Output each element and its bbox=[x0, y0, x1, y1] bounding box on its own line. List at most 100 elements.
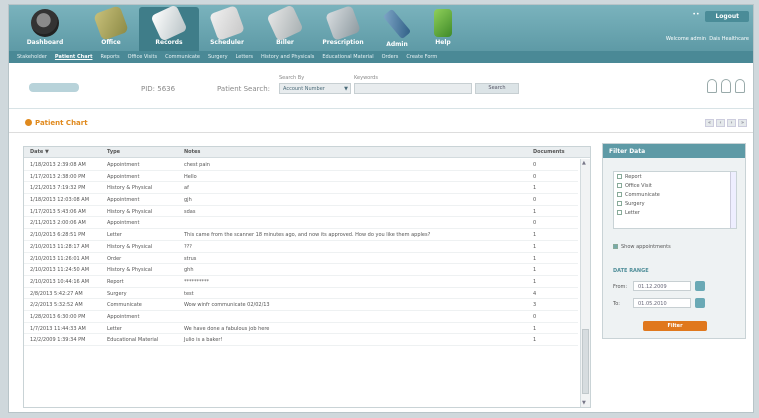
filter-option-office-visit[interactable]: Office Visit bbox=[614, 181, 736, 190]
nav-prescription[interactable]: Prescription bbox=[313, 5, 373, 51]
table-row[interactable]: 1/18/2013 2:39:08 AM Appointment chest pai… bbox=[24, 159, 578, 171]
filter-button[interactable]: Filter bbox=[643, 321, 707, 331]
cell-date: 1/28/2013 6:30:00 PM bbox=[30, 313, 86, 320]
calendar-icon[interactable] bbox=[695, 298, 705, 308]
table-row[interactable]: 1/18/2013 12:03:08 AM Appointment gjh 0 bbox=[24, 194, 578, 206]
cell-documents: 1 bbox=[533, 232, 537, 239]
col-documents[interactable]: Documents bbox=[533, 149, 565, 155]
person-icon[interactable] bbox=[735, 79, 745, 93]
people-icons bbox=[707, 79, 745, 93]
table-row[interactable]: 1/28/2013 6:30:00 PM Appointment 0 bbox=[24, 311, 578, 323]
cell-documents: 0 bbox=[533, 162, 537, 168]
cell-date: 2/2/2013 5:32:52 AM bbox=[30, 302, 83, 309]
filter-option-report[interactable]: Report bbox=[614, 172, 736, 181]
subnav-reports[interactable]: Reports bbox=[100, 54, 119, 60]
scroll-down-icon[interactable]: ▼ bbox=[582, 400, 586, 406]
to-date-input[interactable]: 01.05.2010 bbox=[633, 298, 691, 308]
help-icon bbox=[434, 9, 452, 37]
checkbox[interactable] bbox=[613, 244, 618, 249]
cell-documents: 1 bbox=[533, 278, 537, 285]
table-row[interactable]: 12/2/2009 1:39:34 PM Educational Material… bbox=[24, 334, 578, 346]
table-row[interactable]: 1/21/2013 7:19:32 PM History & Physical af… bbox=[24, 182, 578, 195]
col-type[interactable]: Type bbox=[107, 149, 120, 155]
col-notes[interactable]: Notes bbox=[184, 149, 200, 155]
subnav-educational-material[interactable]: Educational Material bbox=[322, 54, 373, 60]
scroll-thumb[interactable] bbox=[582, 329, 589, 394]
cell-type: Appointment bbox=[107, 173, 140, 180]
user-info: •• Logout Welcome admin Dais Healthcare bbox=[666, 11, 749, 42]
col-date[interactable]: Date ▼ bbox=[30, 149, 49, 155]
cell-documents: 1 bbox=[533, 267, 537, 274]
table-row[interactable]: 2/11/2013 2:00:06 AM Appointment 0 bbox=[24, 217, 578, 230]
table-row[interactable]: 1/17/2013 5:43:06 AM History & Physical sd… bbox=[24, 206, 578, 218]
table-row[interactable]: 2/10/2013 11:28:17 AM History & Physical?… bbox=[24, 241, 578, 253]
subnav-orders[interactable]: Orders bbox=[382, 54, 399, 60]
person-icon[interactable] bbox=[707, 79, 717, 93]
table-row[interactable]: 2/2/2013 5:32:52 AM Communicate Wow winfr … bbox=[24, 299, 578, 311]
cell-notes: af bbox=[184, 185, 189, 192]
cell-date: 1/18/2013 12:03:08 AM bbox=[30, 197, 90, 204]
subnav-surgery[interactable]: Surgery bbox=[208, 54, 228, 60]
cell-date: 2/10/2013 6:28:51 PM bbox=[30, 232, 86, 239]
prev-page-button[interactable]: ‹ bbox=[716, 119, 725, 127]
cell-date: 2/10/2013 11:28:17 AM bbox=[30, 243, 90, 250]
nav-scheduler[interactable]: Scheduler bbox=[197, 5, 257, 51]
nav-biller[interactable]: Biller bbox=[255, 5, 315, 51]
person-icon[interactable] bbox=[721, 79, 731, 93]
calendar-icon[interactable] bbox=[695, 281, 705, 291]
cell-type: Appointment bbox=[107, 313, 140, 320]
filter-option-communicate[interactable]: Communicate bbox=[614, 190, 736, 199]
subnav-letters[interactable]: Letters bbox=[236, 54, 253, 60]
checkbox[interactable] bbox=[617, 174, 622, 179]
checkbox[interactable] bbox=[617, 192, 622, 197]
to-label: To: bbox=[613, 301, 620, 307]
first-page-button[interactable]: « bbox=[705, 119, 714, 127]
checkbox[interactable] bbox=[617, 183, 622, 188]
table-row[interactable]: 1/7/2013 11:44:33 AM Letter We have done a… bbox=[24, 323, 578, 335]
checkbox[interactable] bbox=[617, 201, 622, 206]
subnav-office-visits[interactable]: Office Visits bbox=[128, 54, 157, 60]
cell-type: History & Physical bbox=[107, 185, 153, 192]
table-row[interactable]: 2/10/2013 11:24:50 AM History & Physical g… bbox=[24, 264, 578, 276]
table-row[interactable]: 2/10/2013 10:44:16 AM Report ********** 1 bbox=[24, 276, 578, 288]
chart-header: Patient Chart « ‹ › » bbox=[9, 113, 753, 133]
filter-list-scrollbar[interactable] bbox=[730, 172, 736, 228]
subnav-stakeholder[interactable]: Stakeholder bbox=[17, 54, 47, 60]
next-page-button[interactable]: › bbox=[727, 119, 736, 127]
search-by-select[interactable]: Account Number ▼ bbox=[279, 83, 351, 94]
nav-records[interactable]: Records bbox=[139, 5, 199, 51]
dashboard-icon bbox=[31, 9, 59, 37]
subnav-communicate[interactable]: Communicate bbox=[165, 54, 200, 60]
prescription-icon bbox=[325, 5, 361, 41]
filter-option-surgery[interactable]: Surgery bbox=[614, 199, 736, 208]
table-row[interactable]: 1/17/2013 2:38:00 PM Appointment Hello 0 bbox=[24, 171, 578, 183]
logout-button[interactable]: Logout bbox=[705, 11, 749, 22]
subnav-create-form[interactable]: Create Form bbox=[406, 54, 437, 60]
table-scrollbar[interactable]: ▲ ▼ bbox=[580, 159, 590, 407]
cell-documents: 1 bbox=[533, 337, 537, 344]
chevron-down-icon: ▼ bbox=[344, 86, 348, 92]
keywords-input[interactable] bbox=[354, 83, 472, 94]
nav-help[interactable]: Help bbox=[413, 7, 473, 51]
checkbox[interactable] bbox=[617, 210, 622, 215]
cell-notes: This came from the scanner 18 minutes ag… bbox=[184, 232, 431, 239]
last-page-button[interactable]: » bbox=[738, 119, 747, 127]
from-label: From: bbox=[613, 284, 628, 290]
search-button[interactable]: Search bbox=[475, 83, 519, 94]
cell-documents: 0 bbox=[533, 220, 537, 227]
table-row[interactable]: 2/10/2013 6:28:51 PM Letter This came from… bbox=[24, 229, 578, 241]
filter-option-letter[interactable]: Letter bbox=[614, 208, 736, 217]
show-appointments-option[interactable]: Show appointments bbox=[613, 244, 671, 250]
subnav-history-physicals[interactable]: History and Physicals bbox=[261, 54, 314, 60]
nav-office[interactable]: Office bbox=[81, 5, 141, 51]
nav-dashboard[interactable]: Dashboard bbox=[15, 7, 75, 51]
from-date-input[interactable]: 01.12.2009 bbox=[633, 281, 691, 291]
cell-date: 2/10/2013 11:26:01 AM bbox=[30, 255, 90, 262]
table-row[interactable]: 2/8/2013 5:42:27 AM Surgery test 4 bbox=[24, 288, 578, 300]
date-range-label: DATE RANGE bbox=[613, 268, 649, 274]
patient-id: PID: 5636 bbox=[141, 85, 176, 93]
subnav-patient-chart[interactable]: Patient Chart bbox=[55, 54, 93, 60]
cell-type: Appointment bbox=[107, 162, 140, 168]
scroll-up-icon[interactable]: ▲ bbox=[582, 160, 586, 166]
table-row[interactable]: 2/10/2013 11:26:01 AM Order strus 1 bbox=[24, 253, 578, 265]
